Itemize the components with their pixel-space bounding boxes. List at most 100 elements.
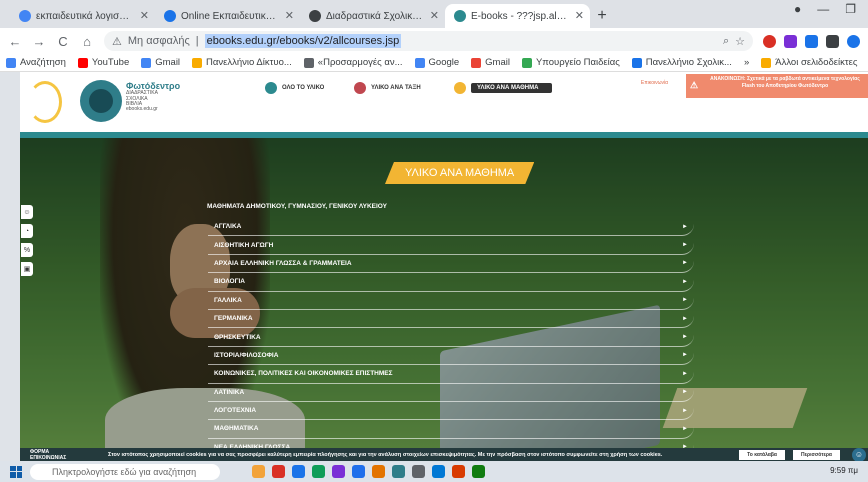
url-text[interactable]: ebooks.edu.gr/ebooks/v2/allcourses.jsp	[204, 34, 402, 48]
nav-dot-icon	[265, 82, 277, 94]
arrow-right-icon: ►	[682, 334, 688, 341]
bookmark-item[interactable]: Υπουργείο Παιδείας	[521, 57, 620, 68]
tab-close-icon[interactable]: ✕	[430, 9, 439, 22]
subject-link[interactable]: ΓΑΛΛΙΚΑ ►	[208, 292, 694, 310]
browser-tab[interactable]: εκπαιδευτικά λογισμικά δημοτ ✕	[10, 4, 155, 28]
taskbar-app-icon[interactable]	[412, 465, 425, 478]
side-tool-button[interactable]: %	[21, 243, 33, 257]
tab-close-icon[interactable]: ✕	[140, 9, 149, 22]
taskbar-app-icon[interactable]	[452, 465, 465, 478]
minimize-button[interactable]: —	[817, 2, 829, 16]
bookmark-item[interactable]: Αναζήτηση	[6, 57, 66, 68]
contact-form-link[interactable]: ΦΟΡΜΑ ΕΠΙΚΟΙΝΩΝΙΑΣ	[20, 449, 82, 461]
os-taskbar: Πληκτρολογήστε εδώ για αναζήτηση 9:59 πμ	[0, 461, 868, 482]
subject-link[interactable]: ΜΑΘΗΜΑΤΙΚΑ ►	[208, 420, 694, 439]
side-tool-button[interactable]: ☺	[21, 205, 33, 219]
taskbar-app-icon[interactable]	[392, 465, 405, 478]
bookmark-label: YouTube	[91, 57, 130, 68]
windows-start-icon[interactable]	[10, 465, 22, 478]
taskbar-app-icon[interactable]	[332, 465, 345, 478]
subject-link[interactable]: ΓΕΡΜΑΝΙΚΑ ►	[208, 310, 694, 329]
profile-icon[interactable]: ●	[794, 2, 801, 16]
nav-item[interactable]: ΥΛΙΚΟ ΑΝΑ ΜΑΘΗΜΑ	[454, 82, 553, 94]
taskbar-app-icon[interactable]	[472, 465, 485, 478]
bookmark-item[interactable]: «Προσαρμογές αν...	[303, 57, 403, 68]
bookmark-item[interactable]: Gmail	[141, 57, 180, 68]
bookmark-item[interactable]: Άλλοι σελιδοδείκτες	[761, 57, 857, 68]
bookmark-item[interactable]: »	[744, 57, 749, 68]
reload-icon[interactable]: C	[56, 34, 70, 49]
home-icon[interactable]: ⌂	[80, 34, 94, 49]
tab-close-icon[interactable]: ✕	[575, 9, 584, 22]
extension-icon[interactable]	[805, 34, 818, 48]
taskbar-app-icon[interactable]	[272, 465, 285, 478]
nav-item[interactable]: ΟΛΟ ΤΟ ΥΛΙΚΟ	[265, 82, 324, 94]
subject-link[interactable]: ΒΙΟΛΟΓΙΑ ►	[208, 273, 694, 292]
security-label[interactable]: Μη ασφαλής	[128, 35, 190, 47]
back-icon[interactable]: ←	[8, 34, 22, 49]
maximize-button[interactable]: ❐	[845, 2, 856, 16]
profile-avatar[interactable]	[847, 34, 860, 48]
bookmark-label: Υπουργείο Παιδείας	[535, 57, 620, 68]
bookmark-star-icon[interactable]: ☆	[735, 35, 745, 48]
nav-label: ΥΛΙΚΟ ΑΝΑ ΤΑΞΗ	[371, 85, 421, 91]
arrow-right-icon: ►	[682, 260, 688, 267]
cookie-accept-button[interactable]: Το κατάλαβα	[739, 449, 785, 460]
browser-tab[interactable]: Διαδραστικά Σχολικά Βιβλία - Ο ✕	[300, 4, 445, 28]
subject-link[interactable]: ΛΟΓΟΤΕΧΝΙΑ ►	[208, 402, 694, 421]
extension-icon[interactable]	[784, 34, 797, 48]
subject-list: ΑΓΓΛΙΚΑ ► ΑΙΣΘΗΤΙΚΗ ΑΓΩΓΗ ► ΑΡΧΑΙΑ ΕΛΛΗΝΙΚΗ …	[208, 218, 694, 476]
taskbar-app-icon[interactable]	[352, 465, 365, 478]
window-controls: ● — ❐	[794, 2, 868, 16]
bookmark-item[interactable]: Google	[414, 57, 459, 68]
taskbar-app-icon[interactable]	[292, 465, 305, 478]
site-logo[interactable]	[80, 80, 122, 122]
tab-label: εκπαιδευτικά λογισμικά δημοτ	[36, 10, 133, 22]
subject-label: ΛΑΤΙΝΙΚΑ	[214, 388, 245, 396]
bookmark-item[interactable]: Gmail	[471, 57, 510, 68]
system-clock[interactable]: 9:59 πμ	[830, 466, 858, 476]
taskbar-app-icon[interactable]	[372, 465, 385, 478]
taskbar-search-input[interactable]: Πληκτρολογήστε εδώ για αναζήτηση	[30, 463, 220, 480]
browser-tab[interactable]: Online Εκπαιδευτικό Λογισμικό ✕	[155, 4, 300, 28]
subject-link[interactable]: ΛΑΤΙΝΙΚΑ ►	[208, 384, 694, 402]
bookmark-icon	[303, 57, 314, 68]
taskbar-app-icon[interactable]	[312, 465, 325, 478]
taskbar-app-icon[interactable]	[432, 465, 445, 478]
ministry-logo[interactable]	[28, 81, 62, 123]
side-tool-button[interactable]: ◔	[21, 224, 33, 238]
nav-item[interactable]: ΥΛΙΚΟ ΑΝΑ ΤΑΞΗ	[354, 82, 421, 94]
subject-label: ΘΡΗΣΚΕΥΤΙΚΑ	[214, 333, 261, 341]
cookie-more-button[interactable]: Περισσότερα	[793, 449, 840, 460]
side-tools: ☺ ◔% ▣	[21, 205, 33, 276]
bookmark-item[interactable]: Πανελλήνιο Σχολικ...	[631, 57, 732, 68]
nav-label: ΥΛΙΚΟ ΑΝΑ ΜΑΘΗΜΑ	[471, 83, 553, 93]
arrow-right-icon: ►	[682, 297, 688, 304]
address-bar[interactable]: ⚠ Μη ασφαλής | ebooks.edu.gr/ebooks/v2/a…	[104, 31, 753, 51]
extensions-puzzle-icon[interactable]	[826, 34, 839, 48]
side-tool-button[interactable]: ▣	[21, 262, 33, 276]
tab-close-icon[interactable]: ✕	[285, 9, 294, 22]
subject-link[interactable]: ΑΡΧΑΙΑ ΕΛΛΗΝΙΚΗ ΓΛΩΣΣΑ & ΓΡΑΜΜΑΤΕΙΑ ►	[208, 255, 694, 274]
browser-tab[interactable]: E-books - ???jsp.allcourses.title?? ✕	[445, 4, 590, 28]
subject-link[interactable]: ΑΙΣΘΗΤΙΚΗ ΑΓΩΓΗ ►	[208, 236, 694, 255]
bookmark-item[interactable]: YouTube	[77, 57, 130, 68]
chat-icon[interactable]: ☺	[852, 447, 866, 462]
bookmark-label: Άλλοι σελιδοδείκτες	[775, 57, 858, 68]
bookmark-icon	[6, 57, 16, 68]
zoom-icon[interactable]: ⌕	[723, 35, 729, 48]
bookmark-item[interactable]: Πανελλήνιο Δίκτυο...	[192, 57, 292, 68]
extension-icon[interactable]	[763, 34, 776, 48]
logo-text[interactable]: Φωτόδεντρο ΔΙΑΔΡΑΣΤΙΚΑ ΣΧΟΛΙΚΑ ΒΙΒΛΙΑ eb…	[126, 81, 180, 112]
subject-link[interactable]: ΙΣΤΟΡΙΑ/ΦΙΛΟΣΟΦΙΑ ►	[208, 347, 694, 366]
contact-link[interactable]: Επικοινωνία	[641, 80, 668, 86]
forward-icon[interactable]: →	[32, 34, 46, 49]
new-tab-button[interactable]: +	[590, 4, 614, 28]
subject-link[interactable]: ΘΡΗΣΚΕΥΤΙΚΑ ►	[208, 328, 694, 347]
taskbar-app-icon[interactable]	[252, 465, 265, 478]
bookmark-icon	[77, 57, 88, 68]
announcement-banner[interactable]: ΑΝΑΚΟΙΝΩΣΗ: Σχετικά με τα ραβδωτά αντικε…	[686, 74, 868, 98]
subject-link[interactable]: ΑΓΓΛΙΚΑ ►	[208, 218, 694, 237]
not-secure-icon[interactable]: ⚠	[112, 35, 122, 48]
subject-link[interactable]: ΚΟΙΝΩΝΙΚΕΣ, ΠΟΛΙΤΙΚΕΣ ΚΑΙ ΟΙΚΟΝΟΜΙΚΕΣ ΕΠ…	[208, 365, 694, 384]
